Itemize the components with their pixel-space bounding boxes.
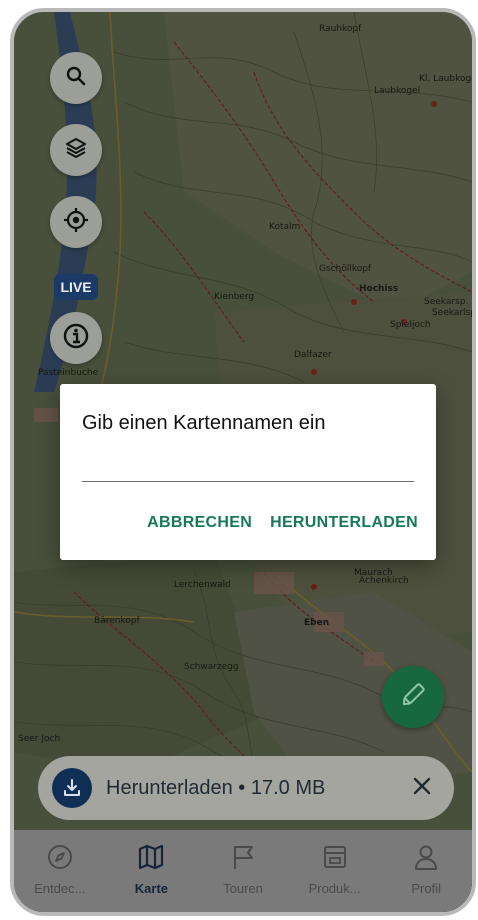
edit-track-button[interactable] (382, 666, 444, 728)
flag-icon (228, 842, 258, 877)
close-download-button[interactable] (404, 770, 440, 806)
live-button[interactable]: LIVE (54, 274, 98, 300)
layers-button[interactable] (50, 124, 102, 176)
nav-item-entdecken[interactable]: Entdec... (20, 842, 100, 896)
nav-label: Produk... (308, 881, 361, 896)
download-banner[interactable]: Herunterladen • 17.0 MB (38, 756, 454, 820)
map-name-input[interactable] (82, 448, 414, 482)
map-name-dialog: Gib einen Kartennamen ein ABBRECHEN HERU… (60, 384, 436, 560)
download-icon (52, 768, 92, 808)
download-label: Herunterladen • 17.0 MB (106, 776, 326, 799)
map-icon (136, 842, 166, 877)
bottom-navigation: Entdec... Karte Touren Produk... Profil (14, 830, 472, 912)
nav-label: Karte (134, 881, 169, 896)
nav-label: Entdec... (34, 881, 86, 896)
info-icon (62, 322, 90, 355)
device-frame: Rauhkopf Laubkogel Kl. Laubkogel Seekars… (10, 8, 476, 916)
compass-icon (45, 842, 75, 877)
download-button[interactable]: HERUNTERLADEN (270, 514, 418, 532)
dialog-actions: ABBRECHEN HERUNTERLADEN (147, 514, 418, 532)
locate-button[interactable] (50, 196, 102, 248)
nav-item-profil[interactable]: Profil (386, 842, 466, 896)
search-icon (64, 64, 88, 93)
app-screen: Rauhkopf Laubkogel Kl. Laubkogel Seekars… (14, 12, 472, 912)
dialog-title: Gib einen Kartennamen ein (82, 412, 326, 434)
nav-item-touren[interactable]: Touren (203, 842, 283, 896)
search-button[interactable] (50, 52, 102, 104)
nav-item-produkte[interactable]: Produk... (295, 842, 375, 896)
nav-label: Profil (411, 881, 441, 896)
store-icon (320, 842, 350, 877)
pencil-icon (398, 680, 428, 715)
info-button[interactable] (50, 312, 102, 364)
close-icon (412, 776, 432, 801)
nav-label: Touren (223, 881, 263, 896)
person-icon (411, 842, 441, 877)
nav-item-karte[interactable]: Karte (111, 842, 191, 896)
crosshair-icon (62, 206, 90, 239)
cancel-button[interactable]: ABBRECHEN (147, 514, 252, 532)
layers-icon (63, 135, 89, 166)
